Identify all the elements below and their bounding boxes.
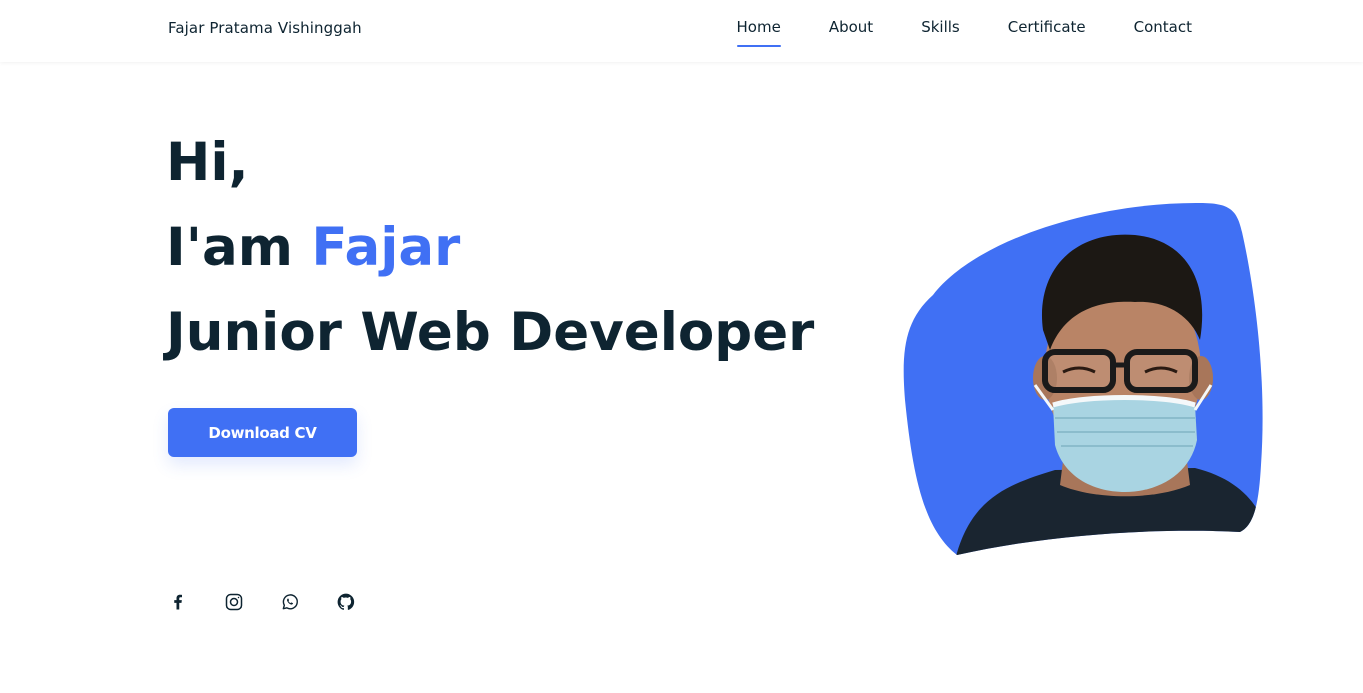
nav-link-skills[interactable]: Skills [921,18,960,42]
nav-link-about[interactable]: About [829,18,873,42]
whatsapp-icon[interactable] [280,592,300,612]
download-cv-button[interactable]: Download CV [168,408,357,457]
hero-intro: I'am Fajar [166,205,814,290]
hero-title: Hi, I'am Fajar Junior Web Developer [166,120,814,375]
hero-role: Junior Web Developer [166,302,815,363]
site-logo[interactable]: Fajar Pratama Vishinggah [168,19,362,37]
site-header: Fajar Pratama Vishinggah Home About Skil… [0,0,1363,62]
facebook-icon[interactable] [168,592,188,612]
hero-name: Fajar [311,217,461,278]
instagram-icon[interactable] [224,592,244,612]
nav-link-certificate[interactable]: Certificate [1008,18,1086,42]
profile-photo [895,200,1267,560]
main-nav: Home About Skills Certificate Contact [736,18,1192,47]
nav-link-contact[interactable]: Contact [1134,18,1192,42]
nav-link-home[interactable]: Home [736,18,782,47]
hero-intro-prefix: I'am [166,217,312,278]
github-icon[interactable] [336,592,356,612]
hero-greeting: Hi, [166,132,249,193]
social-links [168,592,356,612]
